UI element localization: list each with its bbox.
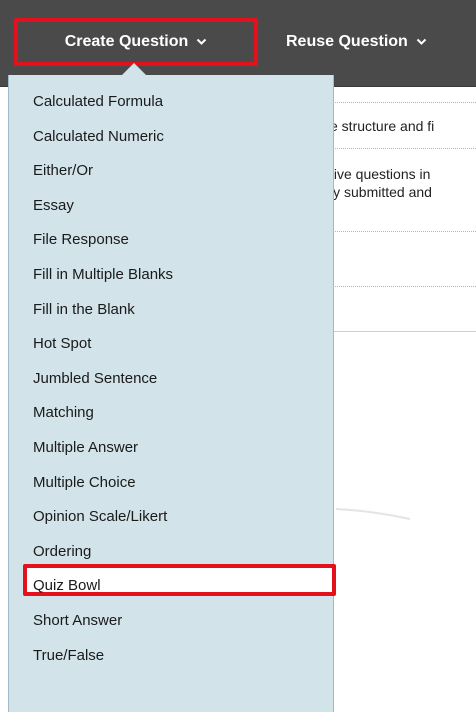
question-type-menu: Calculated Formula Calculated Numeric Eith… xyxy=(8,75,336,712)
reuse-question-button[interactable]: Reuse Question xyxy=(270,18,476,66)
instructions-text: e structure and fi xyxy=(330,118,435,134)
divider xyxy=(330,286,476,287)
menu-item-fill-in-multiple-blanks[interactable]: Fill in Multiple Blanks xyxy=(33,263,173,287)
divider xyxy=(330,148,476,149)
question-toolbar: Create Question Reuse Question xyxy=(0,0,476,87)
chevron-down-icon xyxy=(416,38,427,45)
menu-item-quiz-bowl[interactable]: Quiz Bowl xyxy=(33,574,101,598)
menu-item-true-false[interactable]: True/False xyxy=(33,644,104,668)
menu-item-matching[interactable]: Matching xyxy=(33,401,94,425)
menu-item-short-answer[interactable]: Short Answer xyxy=(33,609,122,633)
reuse-question-label: Reuse Question xyxy=(286,33,408,50)
menu-item-calculated-numeric[interactable]: Calculated Numeric xyxy=(33,125,164,149)
menu-item-calculated-formula[interactable]: Calculated Formula xyxy=(33,90,163,114)
menu-item-file-response[interactable]: File Response xyxy=(33,228,129,252)
divider xyxy=(330,231,476,232)
chevron-down-icon xyxy=(197,38,207,45)
create-question-label: Create Question xyxy=(64,33,189,50)
menu-item-multiple-answer[interactable]: Multiple Answer xyxy=(33,436,138,460)
description-text: tive questions in xyxy=(330,166,431,182)
menu-item-jumbled-sentence[interactable]: Jumbled Sentence xyxy=(33,367,157,391)
divider xyxy=(330,102,476,103)
menu-item-opinion-scale-likert[interactable]: Opinion Scale/Likert xyxy=(33,505,167,529)
description-text: ly submitted and xyxy=(330,184,432,200)
menu-item-fill-in-the-blank[interactable]: Fill in the Blank xyxy=(33,298,135,322)
menu-item-essay[interactable]: Essay xyxy=(33,194,74,218)
menu-item-ordering[interactable]: Ordering xyxy=(33,540,91,564)
menu-item-either-or[interactable]: Either/Or xyxy=(33,159,93,183)
page-content: e structure and fi tive questions in ly … xyxy=(330,86,476,332)
menu-item-multiple-choice[interactable]: Multiple Choice xyxy=(33,471,136,495)
create-question-button[interactable]: Create Question xyxy=(14,18,258,66)
dropdown-pointer xyxy=(122,63,146,75)
menu-item-hot-spot[interactable]: Hot Spot xyxy=(33,332,91,356)
decorative-swoosh xyxy=(335,508,411,520)
